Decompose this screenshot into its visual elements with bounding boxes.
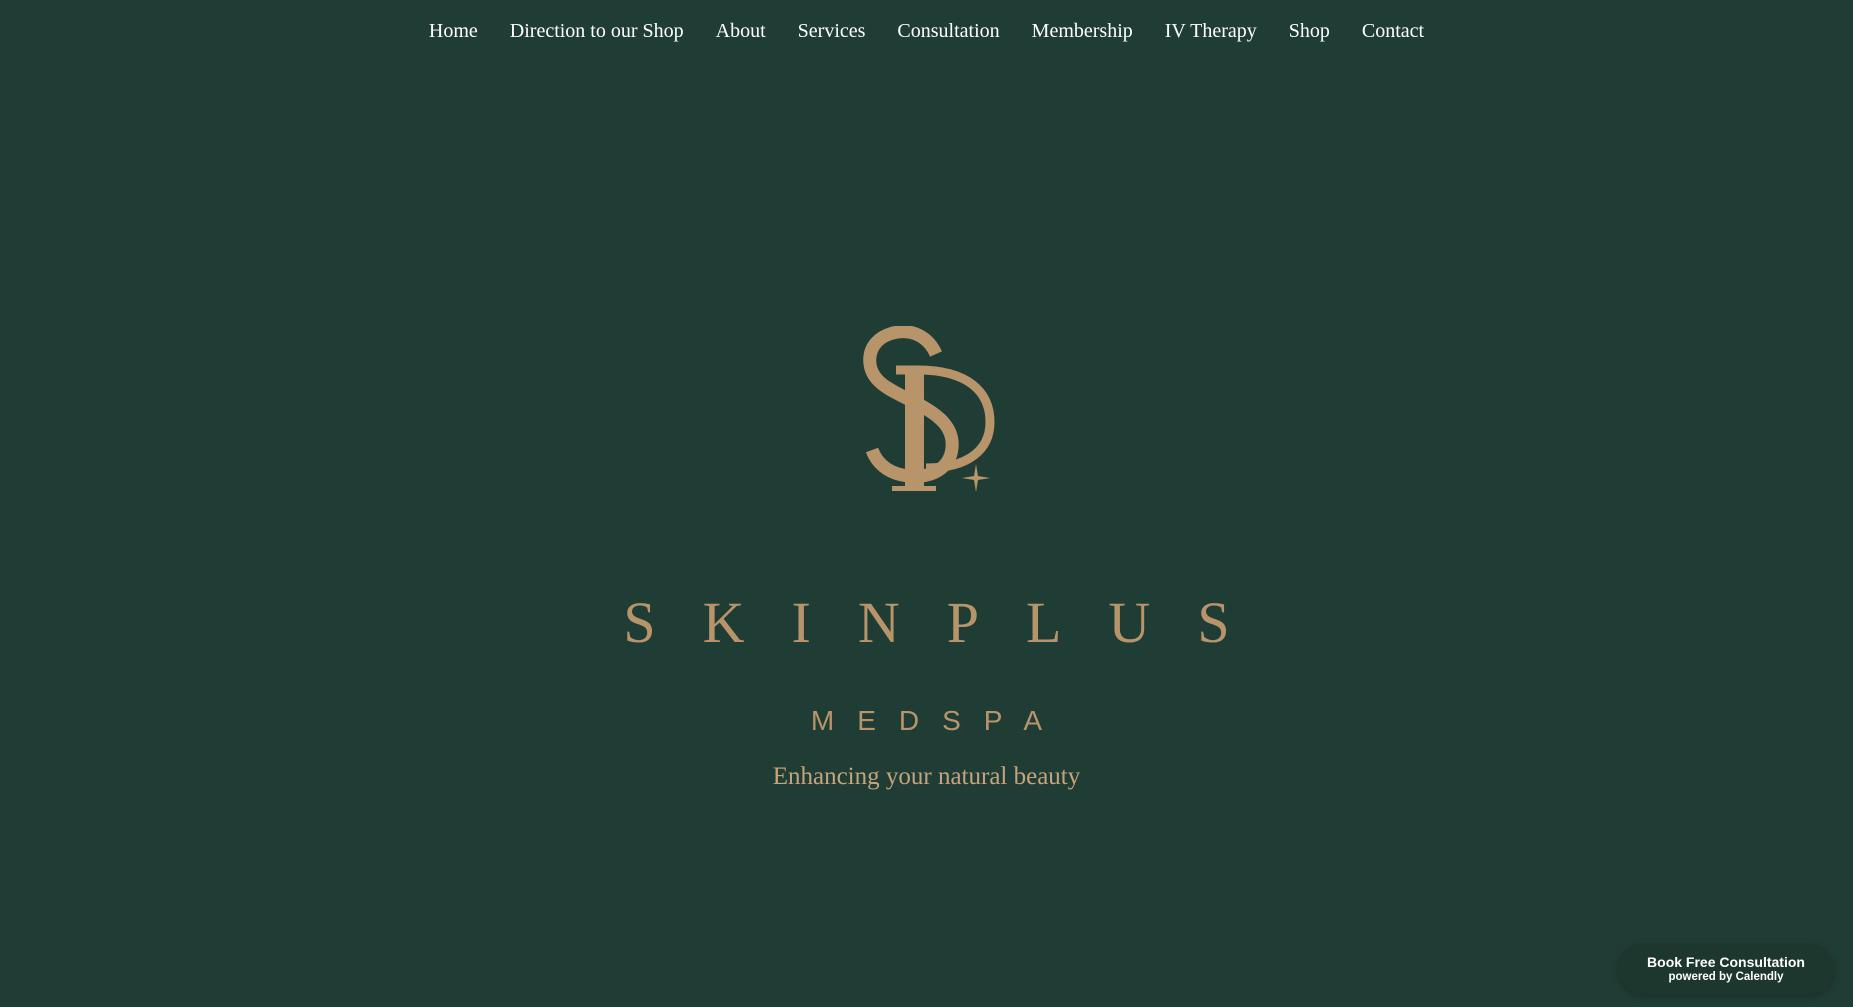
nav-shop[interactable]: Shop: [1273, 20, 1346, 43]
main-nav: Home Direction to our Shop About Service…: [0, 0, 1853, 62]
nav-consultation[interactable]: Consultation: [881, 20, 1015, 43]
sparkle-icon: [962, 464, 990, 492]
nav-direction-to-our-shop[interactable]: Direction to our Shop: [494, 20, 700, 43]
nav-services[interactable]: Services: [782, 20, 882, 43]
nav-membership[interactable]: Membership: [1016, 20, 1149, 43]
tagline: Enhancing your natural beauty: [772, 763, 1081, 790]
calendly-powered-by: powered by Calendly: [1668, 971, 1784, 983]
brand-subtitle: MEDSPA: [810, 705, 1066, 736]
calendly-title: Book Free Consultation: [1647, 954, 1805, 970]
nav-home[interactable]: Home: [413, 20, 494, 43]
nav-contact[interactable]: Contact: [1346, 20, 1440, 43]
nav-about[interactable]: About: [700, 20, 782, 43]
brand-name: SKINPLUS: [623, 590, 1277, 655]
brand-logo: SP: [856, 326, 996, 496]
book-consultation-button[interactable]: Book Free Consultation powered by Calend…: [1618, 944, 1834, 994]
nav-iv-therapy[interactable]: IV Therapy: [1149, 20, 1273, 43]
